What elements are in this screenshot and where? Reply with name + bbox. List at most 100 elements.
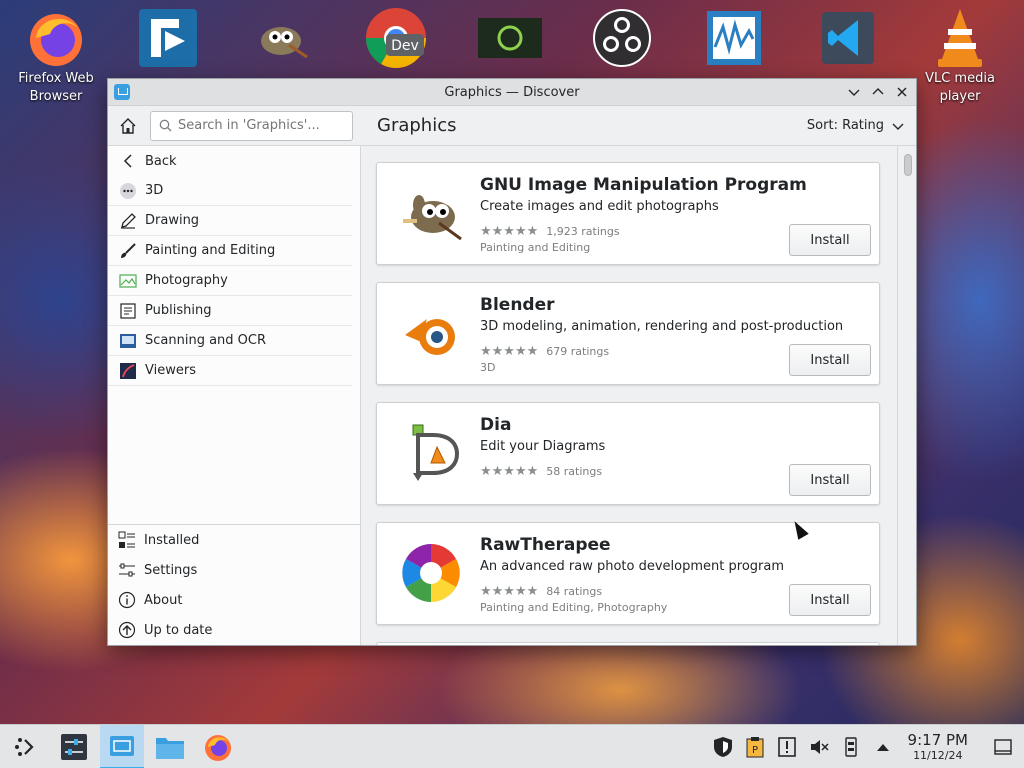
page-title: Graphics xyxy=(377,115,457,136)
back-button[interactable]: Back xyxy=(108,146,352,176)
sidebar-item-scanning-and-ocr[interactable]: Scanning and OCR xyxy=(108,326,352,356)
chrome-dev-badge: Dev xyxy=(391,38,419,54)
sidebar-item-publishing[interactable]: Publishing xyxy=(108,296,352,326)
app-description: Create images and edit photographs xyxy=(480,199,719,214)
install-button[interactable]: Install xyxy=(789,584,871,616)
launcher-icon xyxy=(15,737,34,756)
application-launcher-button[interactable] xyxy=(4,725,48,768)
app-description: Edit your Diagrams xyxy=(480,439,606,454)
app-name: Dia xyxy=(480,415,512,435)
home-button[interactable] xyxy=(116,114,140,138)
drawing-icon xyxy=(119,212,137,230)
clock-time: 9:17 PM xyxy=(907,730,968,749)
installed-icon xyxy=(118,531,136,549)
sidebar-item-label: Viewers xyxy=(145,363,196,378)
sidebar-item-label: 3D xyxy=(145,183,164,198)
app-list[interactable]: GNU Image Manipulation Program Create im… xyxy=(361,146,916,645)
sidebar-up-to-date[interactable]: Up to date xyxy=(108,615,352,645)
taskbar-discover[interactable] xyxy=(100,724,144,768)
chevron-left-icon xyxy=(119,152,137,170)
install-button[interactable]: Install xyxy=(789,224,871,256)
desktop-icon-label: VLC media player xyxy=(925,71,995,104)
app-card-next[interactable] xyxy=(376,642,880,645)
sidebar-item-painting-and-editing[interactable]: Painting and Editing xyxy=(108,236,352,266)
taskbar: P 9:17 PM 11/12/24 xyxy=(0,724,1024,768)
desktop-icon-label: Firefox Web Browser xyxy=(18,71,94,104)
sidebar-item-viewers[interactable]: Viewers xyxy=(108,356,352,386)
sort-label: Sort: Rating xyxy=(806,118,884,133)
tray-expand-icon[interactable] xyxy=(872,736,894,758)
discover-window: Graphics — Discover Search in 'Graphics'… xyxy=(107,78,917,646)
app-category: 3D xyxy=(480,361,496,374)
desktop-icon-obs[interactable] xyxy=(574,6,670,70)
taskbar-firefox[interactable] xyxy=(196,725,240,768)
taskbar-system-settings[interactable] xyxy=(52,725,96,768)
sidebar-settings[interactable]: Settings xyxy=(108,555,352,585)
install-button[interactable]: Install xyxy=(789,344,871,376)
desktop-icon-freefilesync[interactable] xyxy=(120,6,216,70)
toolbar: Graphics Sort: Rating xyxy=(108,106,916,146)
clock-date: 11/12/24 xyxy=(913,748,963,762)
firefox-icon xyxy=(205,734,231,761)
desktop-icon-linux-mint[interactable] xyxy=(462,6,558,70)
search-box[interactable] xyxy=(150,110,353,141)
app-name: Blender xyxy=(480,295,555,315)
desktop-icon-firefox[interactable]: Firefox Web Browser xyxy=(8,6,104,106)
app-card-blender[interactable]: Blender 3D modeling, animation, renderin… xyxy=(376,282,880,385)
app-card-gimp[interactable]: GNU Image Manipulation Program Create im… xyxy=(376,162,880,265)
app-category: Painting and Editing, Photography xyxy=(480,601,668,614)
shield-icon[interactable] xyxy=(712,736,734,758)
show-desktop-icon[interactable] xyxy=(992,736,1014,758)
desktop-icon-chrome-dev[interactable]: Dev xyxy=(348,6,444,70)
about-icon xyxy=(118,591,136,609)
scrollbar-handle[interactable] xyxy=(904,154,912,176)
sidebar-item-3d[interactable]: 3D xyxy=(108,176,352,206)
sidebar-installed[interactable]: Installed xyxy=(108,525,352,555)
search-input[interactable] xyxy=(178,118,338,133)
maximize-button[interactable] xyxy=(868,82,888,102)
rating-stars-icon: ★★★★★ xyxy=(480,224,539,239)
rating-stars-icon: ★★★★★ xyxy=(480,344,539,359)
up-to-date-icon xyxy=(118,621,136,639)
app-card-dia[interactable]: Dia Edit your Diagrams ★★★★★ 58 ratings … xyxy=(376,402,880,505)
title-bar[interactable]: Graphics — Discover xyxy=(108,79,916,106)
rating-stars-icon: ★★★★★ xyxy=(480,464,539,479)
sidebar: Back 3D Drawing Painting and Editing Pho… xyxy=(108,146,361,645)
desktop-icon-wavemaker[interactable] xyxy=(686,6,782,70)
discover-app-icon xyxy=(114,84,130,100)
sidebar-item-drawing[interactable]: Drawing xyxy=(108,206,352,236)
sort-dropdown[interactable]: Sort: Rating xyxy=(807,118,904,133)
app-description: 3D modeling, animation, rendering and po… xyxy=(480,319,844,334)
sidebar-item-label: Scanning and OCR xyxy=(145,333,267,348)
app-name: RawTherapee xyxy=(480,535,611,555)
app-card-rawtherapee[interactable]: RawTherapee An advanced raw photo develo… xyxy=(376,522,880,625)
minimize-button[interactable] xyxy=(844,82,864,102)
chevron-up-icon xyxy=(872,88,884,95)
system-settings-icon xyxy=(61,733,87,760)
vlc-icon xyxy=(928,6,992,70)
sidebar-item-photography[interactable]: Photography xyxy=(108,266,352,296)
device-icon[interactable] xyxy=(840,736,862,758)
linux-mint-icon xyxy=(478,6,542,70)
taskbar-file-manager[interactable] xyxy=(148,725,192,768)
app-rating: ★★★★★ 679 ratings xyxy=(480,344,609,359)
window-title: Graphics — Discover xyxy=(444,84,580,100)
settings-icon xyxy=(118,561,136,579)
close-button[interactable] xyxy=(892,82,912,102)
brush-icon xyxy=(119,242,137,260)
clipboard-icon[interactable]: P xyxy=(744,736,766,758)
volume-muted-icon[interactable] xyxy=(808,736,830,758)
app-rating: ★★★★★ 1,923 ratings xyxy=(480,224,620,239)
desktop-icon-vscode[interactable] xyxy=(800,6,896,70)
notifications-icon[interactable] xyxy=(776,736,798,758)
app-description: An advanced raw photo development progra… xyxy=(480,559,784,574)
sidebar-about[interactable]: About xyxy=(108,585,352,615)
install-button[interactable]: Install xyxy=(789,464,871,496)
app-category: Painting and Editing xyxy=(480,241,591,254)
sidebar-item-label: Back xyxy=(145,153,177,169)
desktop-icon-gimp[interactable] xyxy=(232,6,328,70)
wavemaker-icon xyxy=(702,6,766,70)
desktop-icon-vlc[interactable]: VLC media player xyxy=(912,6,1008,106)
gimp-icon xyxy=(248,6,312,70)
clock[interactable]: 9:17 PM 11/12/24 xyxy=(907,730,968,762)
